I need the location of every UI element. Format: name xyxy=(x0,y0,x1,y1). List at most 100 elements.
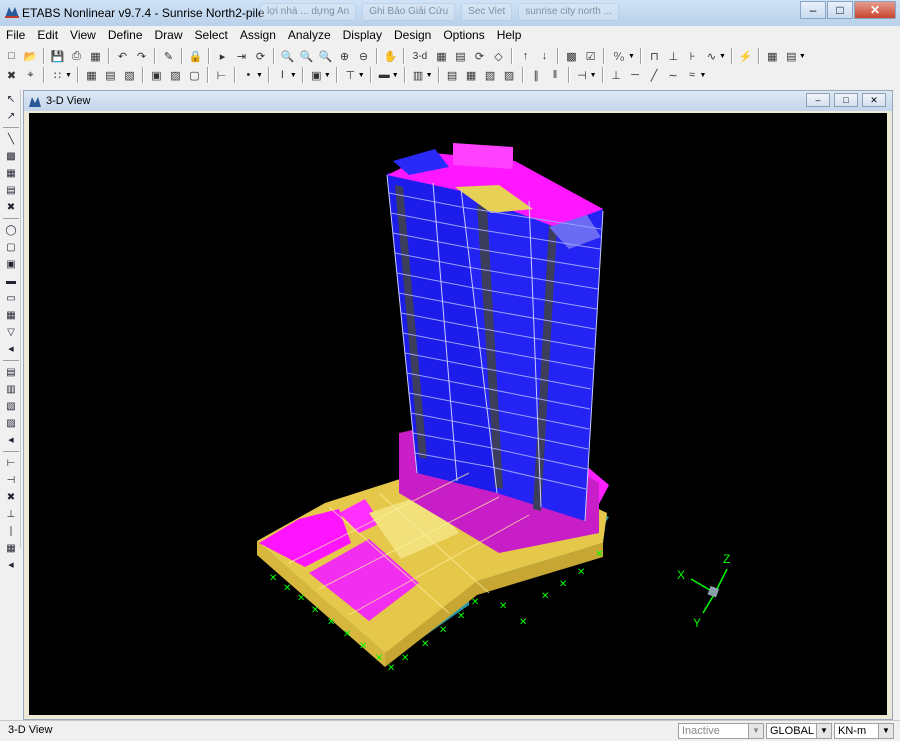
chevron-down-icon[interactable]: ▼ xyxy=(65,72,72,79)
close-button[interactable]: ✕ xyxy=(854,1,896,19)
new-file-icon[interactable]: □ xyxy=(3,48,20,65)
draw-area-poly-icon[interactable]: ◯ xyxy=(3,222,19,238)
undo-icon[interactable]: ↶ xyxy=(114,48,131,65)
child-maximize-button[interactable]: □ xyxy=(834,93,858,107)
open-folder-icon[interactable]: 📂 xyxy=(22,48,39,65)
chevron-down-icon[interactable]: ▼ xyxy=(358,72,365,79)
zoom-full-icon[interactable]: 🔍 xyxy=(317,48,334,65)
chevron-down-icon[interactable]: ▼ xyxy=(392,72,399,79)
select-pointer-icon[interactable]: ⌖ xyxy=(22,67,39,84)
chevron-down-icon[interactable]: ▼ xyxy=(426,72,433,79)
snap-icon[interactable]: ∷ xyxy=(49,67,66,84)
spring-icon[interactable]: ∿ xyxy=(703,48,720,65)
pan-icon[interactable]: ✋ xyxy=(382,48,399,65)
frame-release-icon[interactable]: ⊦ xyxy=(684,48,701,65)
rotate-icon[interactable]: ⟳ xyxy=(252,48,269,65)
joint-restraint-icon[interactable]: ⊥ xyxy=(665,48,682,65)
assign-area-load-icon[interactable]: ▬ xyxy=(376,67,393,84)
menu-file[interactable]: File xyxy=(0,28,31,42)
move-up-icon[interactable]: ↑ xyxy=(517,48,534,65)
draw-line-icon[interactable]: ╲ xyxy=(3,131,19,147)
assign-shell-icon[interactable]: ▣ xyxy=(308,67,325,84)
design-steel-icon[interactable]: ▤ xyxy=(444,67,461,84)
chevron-down-icon[interactable]: ▼ xyxy=(628,53,635,60)
design-concrete-icon[interactable]: ▦ xyxy=(463,67,480,84)
draw-brace-icon[interactable]: ✖ xyxy=(3,199,19,215)
chevron-down-icon[interactable]: ▼ xyxy=(799,53,806,60)
refresh-pencil-icon[interactable]: ✎ xyxy=(160,48,177,65)
select-all-icon[interactable]: ▤ xyxy=(3,364,19,380)
select-all-icon[interactable]: ✖ xyxy=(3,67,20,84)
design-wall-icon[interactable]: ▨ xyxy=(501,67,518,84)
menu-analyze[interactable]: Analyze xyxy=(282,28,337,42)
units-select[interactable]: KN-m ▼ xyxy=(834,723,894,739)
draw-frame-icon[interactable]: ▤ xyxy=(102,67,119,84)
menu-display[interactable]: Display xyxy=(337,28,388,42)
view-3d-button[interactable]: 3-d xyxy=(409,48,431,65)
display-deformed-icon[interactable]: ▥ xyxy=(410,67,427,84)
run-step-icon[interactable]: ⇥ xyxy=(233,48,250,65)
link-icon[interactable]: ∼ xyxy=(665,67,682,84)
draw-grid-icon[interactable]: ▦ xyxy=(83,67,100,84)
rotate-3d-icon[interactable]: ⟳ xyxy=(471,48,488,65)
snap-point-icon[interactable]: ⊢ xyxy=(3,455,19,471)
reshape-pointer-icon[interactable]: ↗ xyxy=(3,108,19,124)
draw-opening-icon[interactable]: ▢ xyxy=(186,67,203,84)
draw-brace-icon[interactable]: ▧ xyxy=(121,67,138,84)
menu-select[interactable]: Select xyxy=(189,28,234,42)
run-lightning-icon[interactable]: ⚡ xyxy=(737,48,754,65)
chevron-down-icon[interactable]: ▼ xyxy=(256,72,263,79)
set-display-options-icon[interactable]: ☑ xyxy=(582,48,599,65)
object-shrink-icon[interactable]: ▩ xyxy=(563,48,580,65)
chevron-down-icon[interactable]: ▼ xyxy=(816,724,831,738)
run-analysis-icon[interactable]: ▸ xyxy=(214,48,231,65)
print-tables-icon[interactable]: ▦ xyxy=(87,48,104,65)
status-mode-field[interactable]: Inactive ▼ xyxy=(678,723,764,739)
draw-click-area-icon[interactable]: ▣ xyxy=(3,256,19,272)
chevron-left-icon[interactable]: ◀ xyxy=(3,557,19,573)
chevron-down-icon[interactable]: ▼ xyxy=(590,72,597,79)
zoom-out-icon[interactable]: ⊖ xyxy=(355,48,372,65)
maximize-button[interactable]: □ xyxy=(827,1,853,19)
draw-dimension-icon[interactable]: ⊢ xyxy=(213,67,230,84)
draw-triangle-icon[interactable]: ▽ xyxy=(3,324,19,340)
show-forces-icon[interactable]: ▤ xyxy=(783,48,800,65)
snap-end-icon[interactable]: ⊣ xyxy=(3,472,19,488)
draw-region-frame-icon[interactable]: ▩ xyxy=(3,148,19,164)
chevron-left-icon[interactable]: ◀ xyxy=(3,432,19,448)
assign-point-icon[interactable]: • xyxy=(240,67,257,84)
spandrel-icon[interactable]: ‖ xyxy=(547,67,564,84)
snap-perpendicular-icon[interactable]: ⊥ xyxy=(3,506,19,522)
chevron-left-icon[interactable]: ◀ xyxy=(3,341,19,357)
zoom-window-icon[interactable]: 🔍 xyxy=(279,48,296,65)
snap-intersection-icon[interactable]: ✖ xyxy=(3,489,19,505)
brace-icon[interactable]: ╱ xyxy=(646,67,663,84)
menu-help[interactable]: Help xyxy=(491,28,528,42)
chevron-down-icon[interactable]: ▼ xyxy=(878,724,893,738)
menu-draw[interactable]: Draw xyxy=(149,28,189,42)
elevation-view-icon[interactable]: ▤ xyxy=(452,48,469,65)
tendon-icon[interactable]: ≈ xyxy=(684,67,701,84)
snap-line-icon[interactable]: ∣ xyxy=(3,523,19,539)
pointer-icon[interactable]: ↖ xyxy=(3,91,19,107)
percent-icon[interactable]: ⁰⁄₀ xyxy=(609,48,629,65)
draw-wall-click-icon[interactable]: ▭ xyxy=(3,290,19,306)
assign-frame-icon[interactable]: I xyxy=(274,67,291,84)
select-previous-icon[interactable]: ▧ xyxy=(3,398,19,414)
draw-rect-area-icon[interactable]: ▢ xyxy=(3,239,19,255)
print-icon[interactable]: ⎙ xyxy=(68,48,85,65)
plan-view-icon[interactable]: ▦ xyxy=(433,48,450,65)
draw-area-icon[interactable]: ▣ xyxy=(148,67,165,84)
menu-view[interactable]: View xyxy=(64,28,102,42)
draw-secondary-beam-icon[interactable]: ▤ xyxy=(3,182,19,198)
menu-design[interactable]: Design xyxy=(388,28,437,42)
menu-edit[interactable]: Edit xyxy=(31,28,64,42)
coord-system-select[interactable]: GLOBAL ▼ xyxy=(766,723,832,739)
draw-column-icon[interactable]: ▦ xyxy=(3,165,19,181)
assign-load-icon[interactable]: ⊤ xyxy=(342,67,359,84)
chevron-down-icon[interactable]: ▼ xyxy=(748,724,763,738)
column-release-icon[interactable]: ⊣ xyxy=(574,67,591,84)
design-composite-icon[interactable]: ▧ xyxy=(482,67,499,84)
chevron-down-icon[interactable]: ▼ xyxy=(290,72,297,79)
show-deformed-icon[interactable]: ▦ xyxy=(764,48,781,65)
